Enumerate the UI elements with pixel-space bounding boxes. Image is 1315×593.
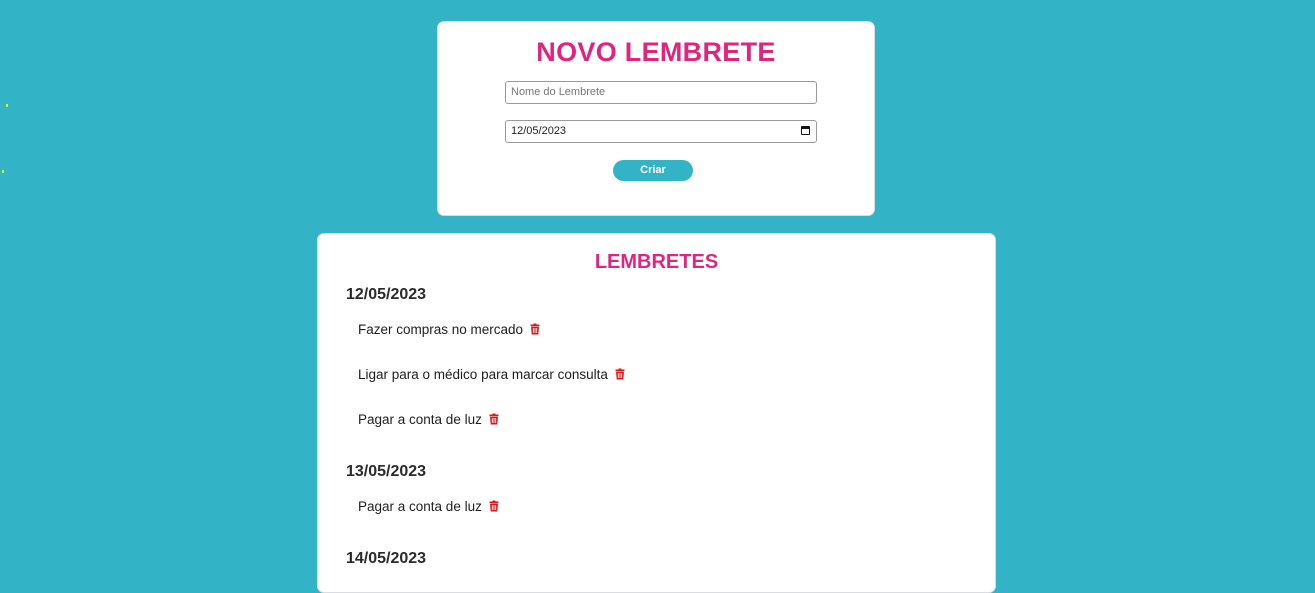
reminder-date-value: 12/05/2023 xyxy=(511,125,567,137)
calendar-icon[interactable] xyxy=(801,126,810,135)
trash-icon[interactable] xyxy=(615,368,625,380)
new-reminder-title: NOVO LEMBRETE xyxy=(536,37,776,67)
date-group: 13/05/2023 Pagar a conta de luz xyxy=(346,461,966,514)
reminder-text: Pagar a conta de luz xyxy=(358,498,482,514)
reminder-item: Pagar a conta de luz xyxy=(358,409,499,429)
reminder-text: Fazer compras no mercado xyxy=(358,321,524,337)
reminder-text: Ligar para o médico para marcar consulta xyxy=(358,366,608,382)
reminder-name-input[interactable]: Nome do Lembrete xyxy=(505,81,817,104)
reminder-item: Fazer compras no mercado xyxy=(358,319,540,339)
reminder-item: Ligar para o médico para marcar consulta xyxy=(358,364,625,384)
date-heading: 14/05/2023 xyxy=(346,550,427,567)
reminders-card: LEMBRETES 12/05/2023 Fazer compras no me… xyxy=(317,233,996,593)
reminders-title: LEMBRETES xyxy=(594,251,719,273)
trash-icon[interactable] xyxy=(530,323,540,335)
date-group: 12/05/2023 Fazer compras no mercado Liga… xyxy=(346,284,966,427)
create-button[interactable]: Criar xyxy=(613,160,693,181)
reminder-text: Pagar a conta de luz xyxy=(358,411,482,427)
reminder-date-input[interactable]: 12/05/2023 xyxy=(505,120,817,143)
date-heading: 12/05/2023 xyxy=(346,286,427,303)
new-reminder-card: NOVO LEMBRETE Nome do Lembrete 12/05/202… xyxy=(437,21,875,216)
date-group: 14/05/2023 xyxy=(346,548,966,570)
reminder-item: Pagar a conta de luz xyxy=(358,496,499,516)
trash-icon[interactable] xyxy=(489,500,499,512)
trash-icon[interactable] xyxy=(489,413,499,425)
date-heading: 13/05/2023 xyxy=(346,463,427,480)
background-speck xyxy=(2,170,4,173)
background-speck xyxy=(6,104,8,107)
